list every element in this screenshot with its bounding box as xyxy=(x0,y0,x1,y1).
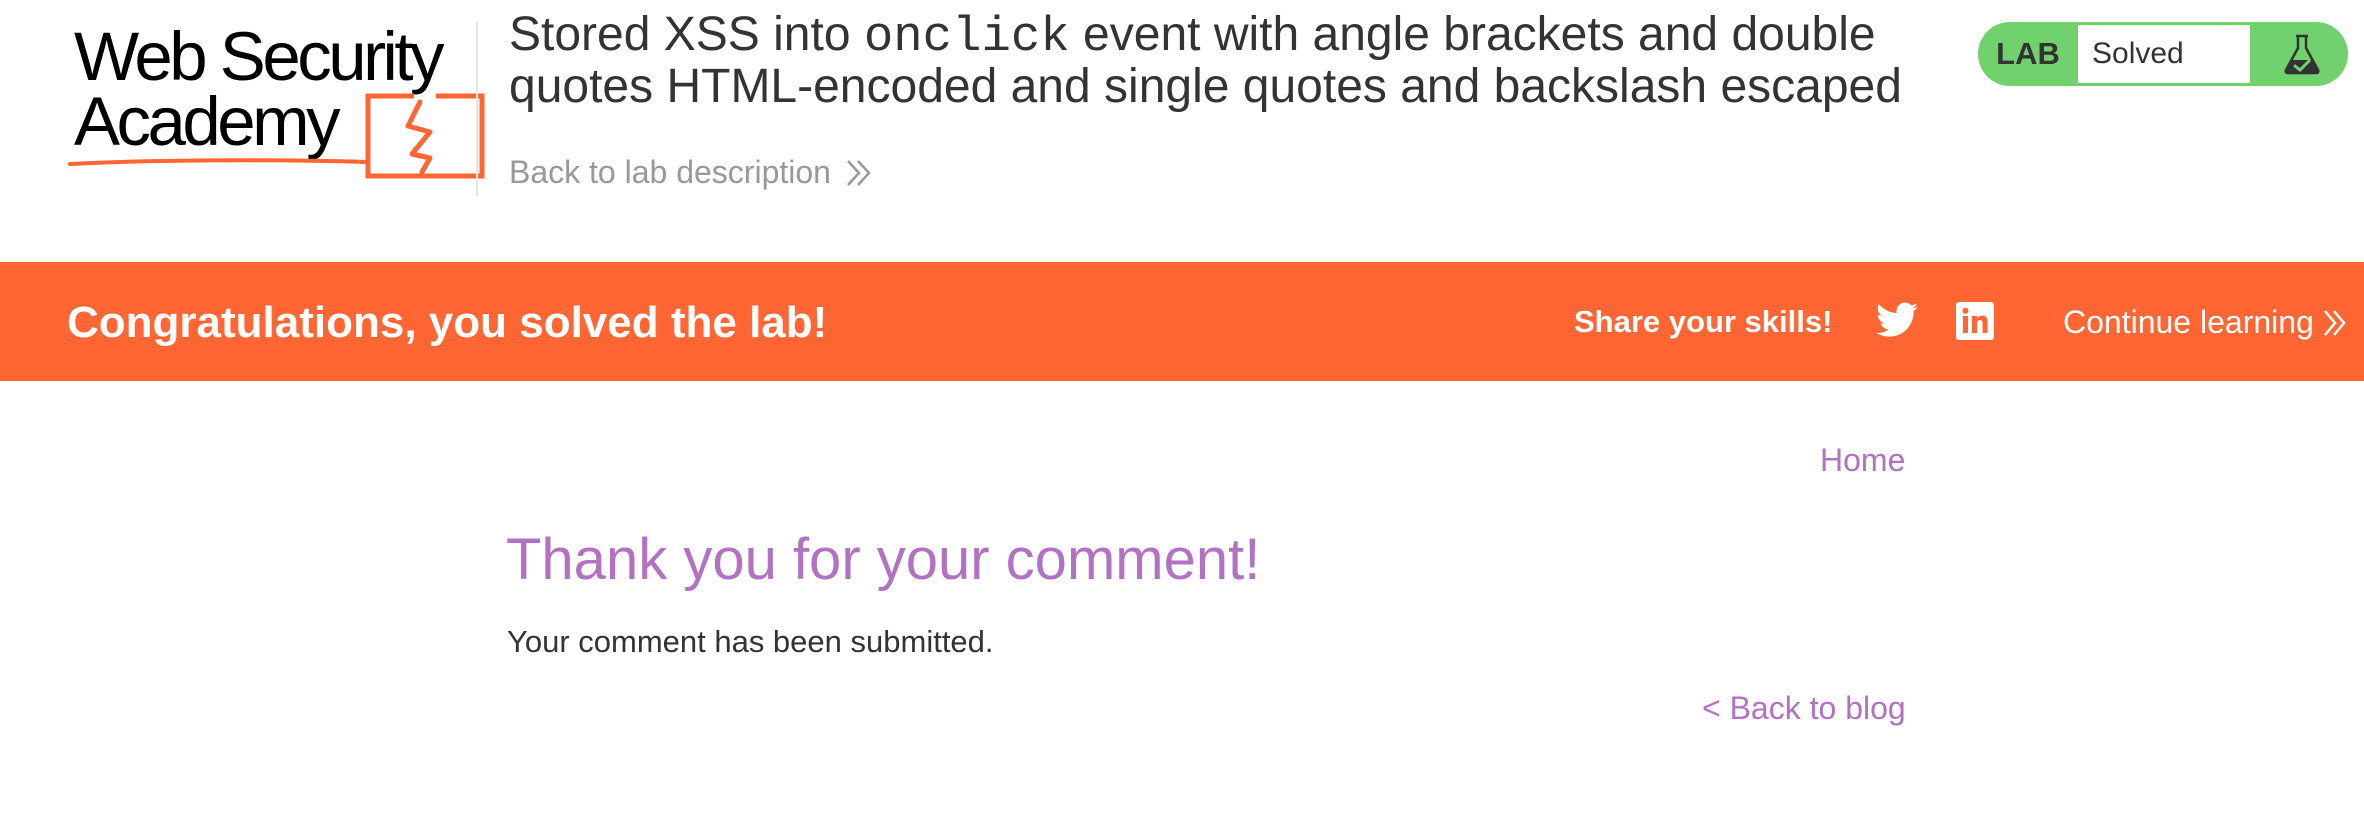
web-security-academy-logo[interactable]: Web Security Academy xyxy=(66,18,485,179)
logo-line-2: Academy xyxy=(74,83,341,160)
share-skills-label: Share your skills! xyxy=(1574,304,1833,339)
continue-learning-link[interactable]: Continue learning xyxy=(2063,304,2348,341)
page-title: Thank you for your comment! xyxy=(506,527,1261,592)
back-to-lab-description-label: Back to lab description xyxy=(509,154,831,190)
linkedin-icon[interactable] xyxy=(1956,302,1994,340)
comment-submitted-message: Your comment has been submitted. xyxy=(507,624,994,659)
flask-solved-icon xyxy=(2284,34,2320,75)
lab-status-badge: LAB Solved xyxy=(1978,22,2348,86)
continue-learning-label: Continue learning xyxy=(2063,304,2314,340)
lab-status-value: Solved xyxy=(2078,25,2250,83)
back-to-blog-link[interactable]: < Back to blog xyxy=(1702,690,1906,727)
lab-title-part-1: Stored XSS into xyxy=(509,8,864,61)
logo-underline-icon xyxy=(68,158,370,166)
lab-header: Web Security Academy Stored XSS into onc… xyxy=(0,0,2364,262)
back-to-lab-description-link[interactable]: Back to lab description xyxy=(509,154,873,191)
lab-status-label: LAB xyxy=(1996,36,2060,71)
lab-title: Stored XSS into onclick event with angle… xyxy=(509,10,1929,112)
congratulations-message: Congratulations, you solved the lab! xyxy=(67,298,828,347)
lab-title-code: onclick xyxy=(863,9,1070,65)
lab-solved-banner: Congratulations, you solved the lab! Sha… xyxy=(0,262,2364,381)
home-link[interactable]: Home xyxy=(1820,442,1905,479)
twitter-icon[interactable] xyxy=(1876,302,1918,338)
logo-line-1: Web Security xyxy=(74,18,445,95)
double-chevron-right-icon xyxy=(2323,309,2346,336)
header-divider xyxy=(476,22,478,196)
double-chevron-right-icon xyxy=(847,159,871,186)
